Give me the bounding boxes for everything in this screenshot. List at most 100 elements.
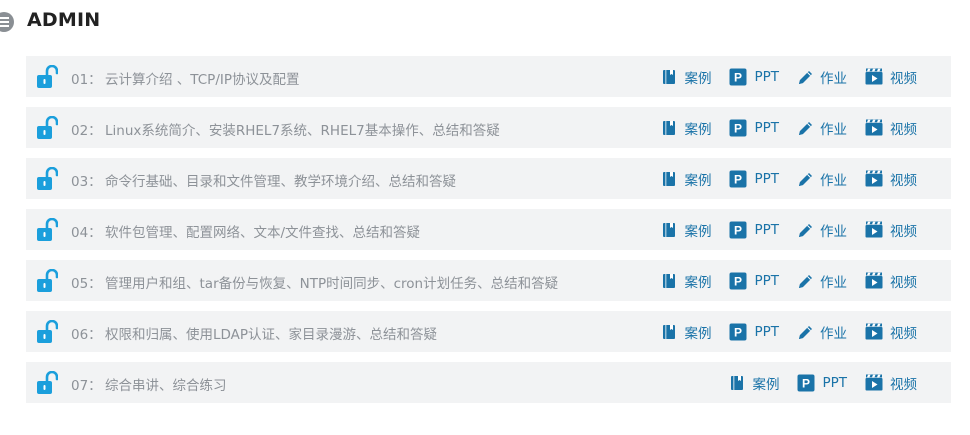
video-link-label: 视频 (890, 121, 917, 138)
video-link[interactable]: 视频 (865, 220, 917, 240)
ppt-link-label: PPT (754, 119, 779, 136)
lesson-title: Linux系统简介、安装RHEL7系统、RHEL7基本操作、总结和答疑 (105, 123, 500, 139)
case-link[interactable]: 案例 (661, 67, 711, 87)
ppt-link-label: PPT (754, 272, 779, 289)
case-link[interactable]: 案例 (661, 169, 711, 189)
homework-link[interactable]: 作业 (797, 118, 847, 138)
ppt-link[interactable]: P PPT (797, 374, 847, 392)
ppt-icon: P (797, 374, 815, 392)
ppt-icon: P (729, 119, 747, 137)
homework-icon (797, 273, 813, 289)
homework-icon (797, 324, 813, 340)
svg-text:P: P (802, 376, 810, 390)
unlock-icon (36, 370, 59, 395)
list-icon (0, 12, 14, 32)
unlock-icon (36, 268, 59, 293)
lesson-number: 06： (71, 327, 102, 343)
ppt-link[interactable]: P PPT (729, 272, 779, 290)
ppt-link[interactable]: P PPT (729, 323, 779, 341)
ppt-icon: P (729, 221, 747, 239)
svg-text:P: P (734, 223, 742, 237)
video-icon (865, 221, 883, 239)
homework-icon (797, 222, 813, 238)
video-link[interactable]: 视频 (865, 373, 917, 393)
ppt-link-label: PPT (754, 170, 779, 187)
case-link[interactable]: 案例 (661, 271, 711, 291)
lesson-row: 07： 综合串讲、综合练习 案例 P PPT 视频 (26, 362, 951, 403)
case-link-label: 案例 (684, 325, 712, 342)
unlock-icon (36, 217, 59, 242)
lesson-title: 综合串讲、综合练习 (105, 378, 227, 394)
ppt-icon: P (729, 68, 747, 86)
unlock-icon (36, 115, 59, 140)
video-icon (865, 170, 883, 188)
lesson-row: 06： 权限和归属、使用LDAP认证、家目录漫游、总结和答疑 案例 P PPT 作业 视频 (26, 311, 951, 352)
case-link[interactable]: 案例 (729, 373, 779, 393)
video-link[interactable]: 视频 (865, 169, 917, 189)
case-link-label: 案例 (684, 172, 712, 189)
case-icon (661, 222, 677, 238)
ppt-icon: P (729, 323, 747, 341)
homework-link-label: 作业 (820, 70, 847, 87)
video-link[interactable]: 视频 (865, 67, 917, 87)
lesson-number: 07： (71, 378, 102, 394)
ppt-link[interactable]: P PPT (729, 68, 779, 86)
unlock-icon (36, 166, 59, 191)
lesson-row: 02： Linux系统简介、安装RHEL7系统、RHEL7基本操作、总结和答疑 案例… (26, 107, 951, 148)
case-link[interactable]: 案例 (661, 220, 711, 240)
lesson-number: 04： (71, 225, 102, 241)
ppt-link-label: PPT (754, 68, 779, 85)
homework-link[interactable]: 作业 (797, 169, 847, 189)
homework-link[interactable]: 作业 (797, 271, 847, 291)
lesson-list: 01： 云计算介绍 、TCP/IP协议及配置 案例 P PPT 作业 视频 02： Linux系… (26, 56, 951, 413)
case-icon (661, 324, 677, 340)
lesson-number: 02： (71, 123, 102, 139)
lesson-number: 05： (71, 276, 102, 292)
video-link[interactable]: 视频 (865, 118, 917, 138)
lesson-number: 03： (71, 174, 102, 190)
case-icon (661, 69, 677, 85)
svg-text:P: P (734, 325, 742, 339)
case-icon (661, 171, 677, 187)
homework-icon (797, 69, 813, 85)
video-link-label: 视频 (890, 223, 917, 240)
lesson-actions: 案例 P PPT 作业 视频 (661, 209, 917, 250)
lesson-actions: 案例 P PPT 作业 视频 (661, 56, 917, 97)
lesson-row: 03： 命令行基础、目录和文件管理、教学环境介绍、总结和答疑 案例 P PPT 作业 视频 (26, 158, 951, 199)
svg-text:P: P (734, 172, 742, 186)
case-link-label: 案例 (684, 121, 712, 138)
video-link[interactable]: 视频 (865, 322, 917, 342)
homework-link[interactable]: 作业 (797, 67, 847, 87)
homework-link-label: 作业 (820, 325, 847, 342)
ppt-link[interactable]: P PPT (729, 170, 779, 188)
ppt-link[interactable]: P PPT (729, 221, 779, 239)
homework-icon (797, 171, 813, 187)
video-icon (865, 272, 883, 290)
video-link[interactable]: 视频 (865, 271, 917, 291)
lesson-title: 管理用户和组、tar备份与恢复、NTP时间同步、cron计划任务、总结和答疑 (105, 276, 559, 292)
homework-link-label: 作业 (820, 172, 847, 189)
lesson-title: 命令行基础、目录和文件管理、教学环境介绍、总结和答疑 (105, 174, 456, 190)
ppt-link[interactable]: P PPT (729, 119, 779, 137)
ppt-icon: P (729, 170, 747, 188)
case-link[interactable]: 案例 (661, 118, 711, 138)
case-icon (729, 375, 745, 391)
case-link-label: 案例 (684, 223, 712, 240)
ppt-link-label: PPT (822, 374, 847, 391)
video-icon (865, 68, 883, 86)
homework-link-label: 作业 (820, 223, 847, 240)
homework-link-label: 作业 (820, 121, 847, 138)
section-title: ADMIN (27, 9, 101, 31)
homework-link-label: 作业 (820, 274, 847, 291)
lesson-number: 01： (71, 72, 102, 88)
lesson-actions: 案例 P PPT 作业 视频 (661, 260, 917, 301)
ppt-icon: P (729, 272, 747, 290)
video-link-label: 视频 (890, 376, 917, 393)
case-link-label: 案例 (684, 274, 712, 291)
case-icon (661, 120, 677, 136)
case-link[interactable]: 案例 (661, 322, 711, 342)
homework-link[interactable]: 作业 (797, 220, 847, 240)
case-icon (661, 273, 677, 289)
homework-link[interactable]: 作业 (797, 322, 847, 342)
ppt-link-label: PPT (754, 323, 779, 340)
